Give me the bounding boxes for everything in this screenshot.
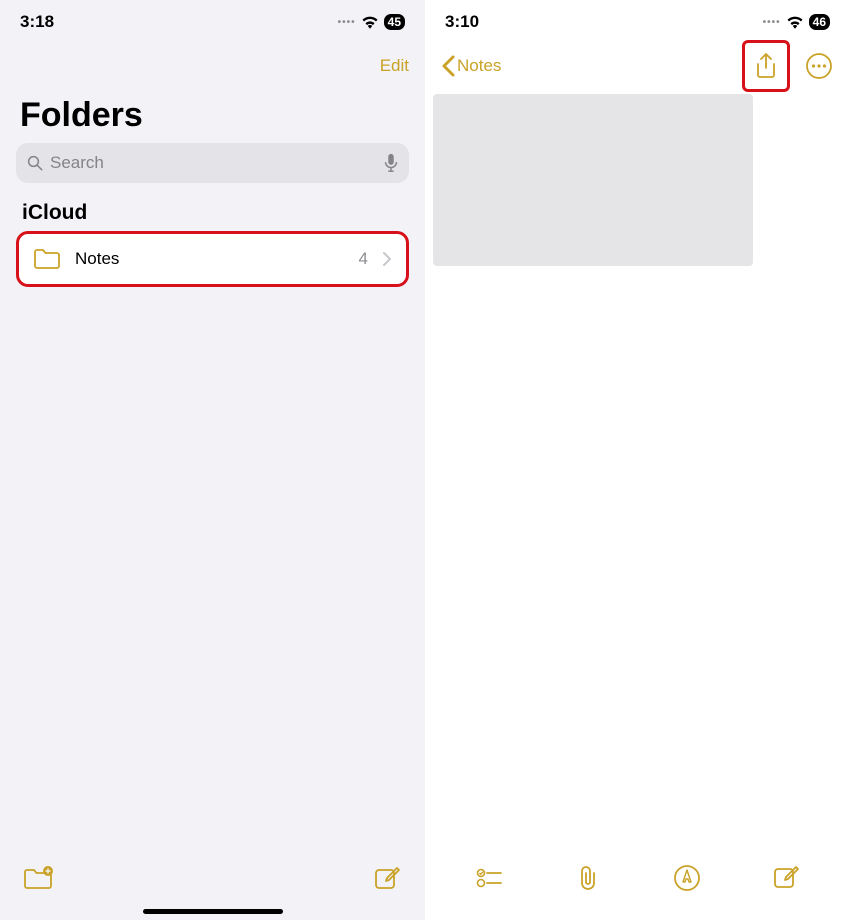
cellular-dots-icon: •••• bbox=[338, 17, 356, 28]
status-bar: 3:18 •••• 45 bbox=[0, 0, 425, 44]
markup-button[interactable] bbox=[672, 863, 702, 893]
phone-folders: 3:18 •••• 45 Edit Folders iCloud bbox=[0, 0, 425, 920]
edit-button[interactable]: Edit bbox=[380, 56, 409, 76]
status-time: 3:10 bbox=[445, 12, 479, 32]
new-folder-button[interactable] bbox=[22, 863, 54, 895]
nav-bar: Notes bbox=[425, 44, 850, 88]
section-header-icloud: iCloud bbox=[0, 193, 425, 231]
folder-count: 4 bbox=[359, 249, 368, 269]
compose-button[interactable] bbox=[771, 863, 801, 893]
microphone-icon[interactable] bbox=[383, 153, 399, 173]
wifi-icon bbox=[361, 15, 379, 29]
search-text-field[interactable] bbox=[50, 153, 377, 173]
back-button[interactable]: Notes bbox=[441, 55, 501, 77]
status-indicators: •••• 46 bbox=[763, 14, 830, 30]
more-button[interactable] bbox=[804, 51, 834, 81]
status-indicators: •••• 45 bbox=[338, 14, 405, 30]
nav-bar: Edit bbox=[0, 44, 425, 88]
chevron-right-icon bbox=[382, 251, 392, 267]
status-time: 3:18 bbox=[20, 12, 54, 32]
page-title: Folders bbox=[0, 88, 425, 143]
search-input[interactable] bbox=[16, 143, 409, 183]
battery-badge: 45 bbox=[384, 14, 405, 30]
checklist-button[interactable] bbox=[474, 863, 504, 893]
share-button[interactable] bbox=[742, 40, 790, 92]
chevron-left-icon bbox=[441, 55, 455, 77]
back-label: Notes bbox=[457, 56, 501, 76]
compose-button[interactable] bbox=[371, 863, 403, 895]
folder-icon bbox=[33, 248, 61, 270]
battery-badge: 46 bbox=[809, 14, 830, 30]
cellular-dots-icon: •••• bbox=[763, 17, 781, 28]
home-indicator[interactable] bbox=[143, 909, 283, 914]
note-body[interactable] bbox=[425, 88, 850, 850]
status-bar: 3:10 •••• 46 bbox=[425, 0, 850, 44]
phone-note-detail: 3:10 •••• 46 Notes bbox=[425, 0, 850, 920]
folder-label: Notes bbox=[75, 249, 345, 269]
attachment-button[interactable] bbox=[573, 863, 603, 893]
note-attachment-image[interactable] bbox=[433, 94, 753, 266]
search-icon bbox=[26, 154, 44, 172]
note-toolbar bbox=[425, 850, 850, 920]
folder-row-notes[interactable]: Notes 4 bbox=[16, 231, 409, 287]
wifi-icon bbox=[786, 15, 804, 29]
